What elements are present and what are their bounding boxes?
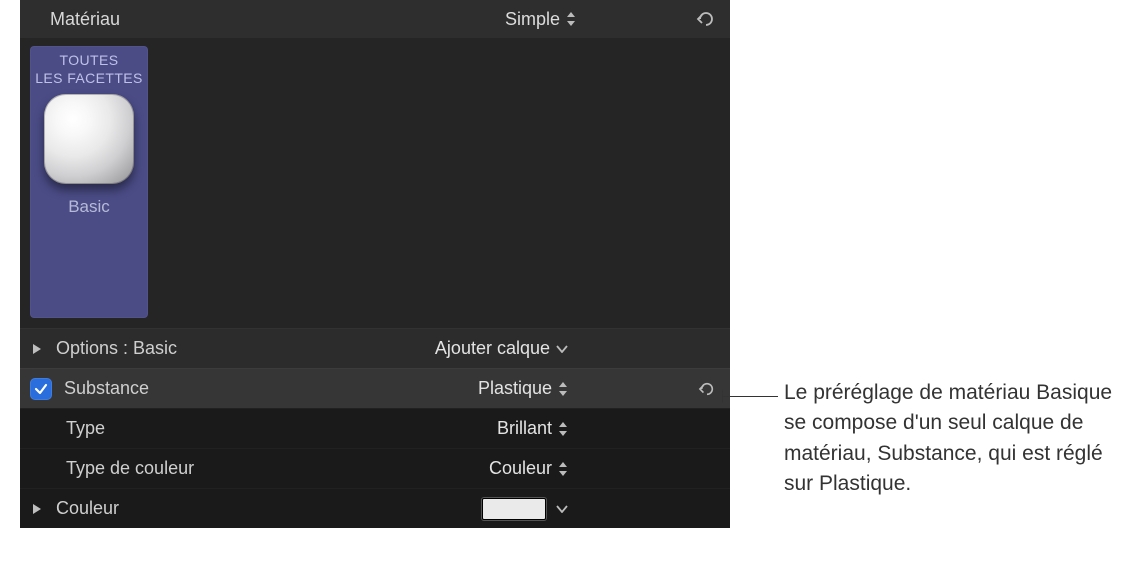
chevron-down-icon [556, 345, 568, 353]
preset-value: Simple [505, 9, 560, 30]
callout-leader-line [722, 396, 778, 397]
type-label: Type [66, 418, 105, 439]
undo-icon [698, 381, 716, 397]
material-preview [41, 91, 137, 187]
undo-icon [696, 10, 716, 28]
updown-icon [566, 12, 576, 26]
options-label: Options : Basic [56, 338, 177, 359]
type-row: Type Brillant [20, 408, 730, 448]
color-type-dropdown[interactable]: Couleur [428, 458, 568, 479]
substance-dropdown[interactable]: Plastique [428, 378, 568, 399]
color-type-label: Type de couleur [66, 458, 194, 479]
color-value-group [482, 498, 568, 520]
material-sphere-icon [44, 94, 134, 184]
color-swatch[interactable] [482, 498, 546, 520]
material-title: Matériau [50, 9, 120, 30]
updown-icon [558, 382, 568, 396]
material-swatch-card[interactable]: TOUTES LES FACETTES Basic [30, 46, 148, 318]
substance-label: Substance [64, 378, 149, 399]
substance-row: Substance Plastique [20, 368, 730, 408]
callout-text: Le préréglage de matériau Basique se com… [784, 378, 1114, 500]
swatch-facets-label: TOUTES LES FACETTES [35, 52, 143, 87]
disclosure-triangle[interactable] [28, 503, 46, 515]
color-type-row: Type de couleur Couleur [20, 448, 730, 488]
material-panel: Matériau Simple TOUTES LES FACETTES Basi… [20, 0, 730, 528]
material-name: Basic [68, 197, 110, 217]
substance-reset[interactable] [688, 381, 716, 397]
type-value: Brillant [497, 418, 552, 439]
add-layer-label: Ajouter calque [435, 338, 550, 359]
color-type-value: Couleur [489, 458, 552, 479]
chevron-down-icon[interactable] [556, 505, 568, 513]
color-row: Couleur [20, 488, 730, 528]
type-dropdown[interactable]: Brillant [428, 418, 568, 439]
substance-checkbox[interactable] [30, 378, 52, 400]
substance-value: Plastique [478, 378, 552, 399]
updown-icon [558, 462, 568, 476]
options-row: Options : Basic Ajouter calque [20, 328, 730, 368]
add-layer-dropdown[interactable]: Ajouter calque [428, 338, 568, 359]
disclosure-triangle[interactable] [28, 343, 46, 355]
updown-icon [558, 422, 568, 436]
material-header: Matériau Simple [20, 0, 730, 38]
reset-button[interactable] [696, 10, 716, 28]
preset-dropdown[interactable]: Simple [505, 9, 576, 30]
color-label: Couleur [56, 498, 119, 519]
material-swatch-area: TOUTES LES FACETTES Basic [20, 38, 730, 328]
